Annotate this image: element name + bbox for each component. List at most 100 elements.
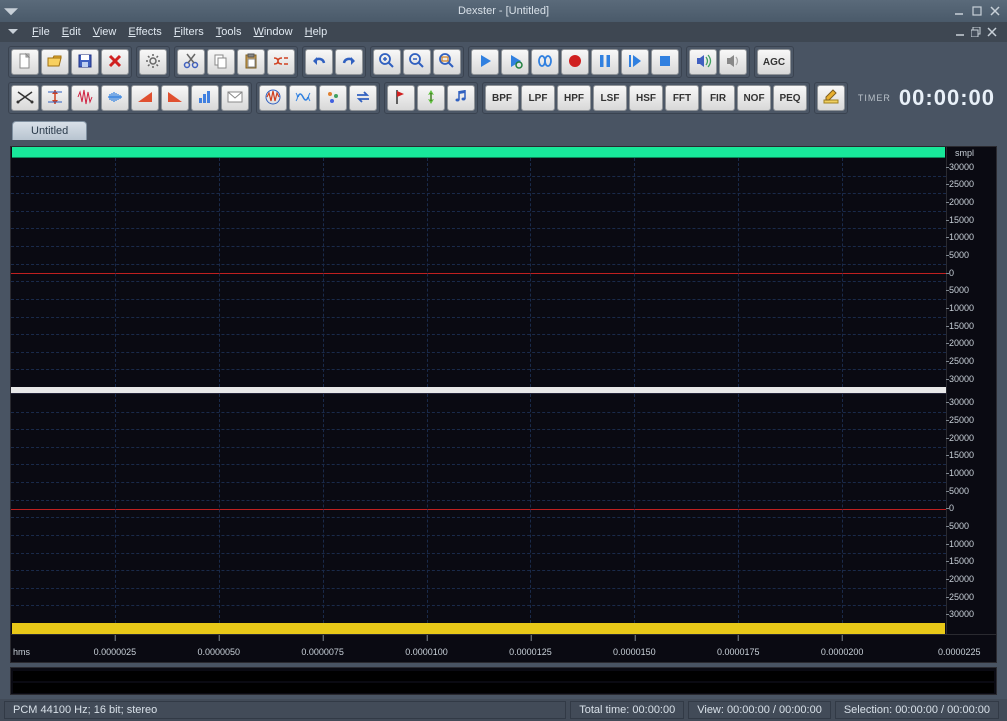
lpf-button[interactable]: LPF [521,85,555,111]
mdi-close-button[interactable] [985,25,999,39]
menu-tools[interactable]: Tools [210,24,248,40]
play-loop-button[interactable] [501,49,529,75]
status-total-time: Total time: 00:00:00 [570,701,684,719]
y-tick: 30000 [949,609,974,619]
mdi-minimize-button[interactable] [953,25,967,39]
fir-button[interactable]: FIR [701,85,735,111]
menu-effects[interactable]: Effects [122,24,167,40]
bpf-button[interactable]: BPF [485,85,519,111]
menu-view[interactable]: View [87,24,123,40]
play-section-button[interactable] [621,49,649,75]
zoom-in-icon [378,52,396,72]
envelope-button[interactable] [221,85,249,111]
system-menu-icon[interactable] [4,4,18,18]
time-tick: 0.0000050 [197,647,240,657]
fft-button[interactable]: FFT [665,85,699,111]
y-tick: 20000 [949,574,974,584]
y-tick: 0 [949,503,954,513]
paste-button[interactable] [237,49,265,75]
waveform-panel[interactable] [10,146,947,635]
undo-button[interactable] [305,49,333,75]
waveform-channel-left[interactable] [11,158,946,387]
copy-button[interactable] [207,49,235,75]
normalize-button[interactable] [41,85,69,111]
chart-button[interactable] [191,85,219,111]
nof-button[interactable]: NOF [737,85,771,111]
record-button[interactable] [561,49,589,75]
amplify-button[interactable] [71,85,99,111]
cut-icon [182,52,200,72]
menu-edit[interactable]: Edit [56,24,87,40]
redo-button[interactable] [335,49,363,75]
settings-button[interactable] [139,49,167,75]
zoom-in-button[interactable] [373,49,401,75]
stop-button[interactable] [651,49,679,75]
y-tick: 0 [949,268,954,278]
speaker-button[interactable] [689,49,717,75]
menu-window[interactable]: Window [247,24,298,40]
lsf-button[interactable]: LSF [593,85,627,111]
fade-in-button[interactable] [131,85,159,111]
minimize-button[interactable] [951,4,967,18]
statusbar: PCM 44100 Hz; 16 bit; stereo Total time:… [0,699,1007,721]
menu-file[interactable]: File [26,24,56,40]
time-tick: 0.0000075 [301,647,344,657]
tab-untitled[interactable]: Untitled [12,121,87,140]
region-button[interactable] [417,85,445,111]
time-tick: 0.0000225 [938,647,981,657]
menu-filters[interactable]: Filters [168,24,210,40]
y-tick: 25000 [949,415,974,425]
edit-button[interactable] [817,85,845,111]
effect-c-button[interactable] [319,85,347,111]
fade-out-button[interactable] [161,85,189,111]
marker-strip[interactable] [12,147,945,158]
stop-icon [656,52,674,72]
minimap[interactable] [10,667,997,695]
zoom-fit-button[interactable] [433,49,461,75]
hpf-button[interactable]: HPF [557,85,591,111]
delete-button[interactable] [101,49,129,75]
agc-button[interactable]: AGC [757,49,791,75]
music-icon [452,88,470,108]
cross-fade-button[interactable] [11,85,39,111]
time-tick: 0.0000150 [613,647,656,657]
marker-button[interactable] [387,85,415,111]
loop-button[interactable] [531,49,559,75]
titlebar: Dexster - [Untitled] [0,0,1007,22]
close-button[interactable] [987,4,1003,18]
y-tick: 10000 [949,539,974,549]
menu-help[interactable]: Help [299,24,334,40]
mdi-restore-button[interactable] [969,25,983,39]
mix-button[interactable] [267,49,295,75]
save-button[interactable] [71,49,99,75]
effect-b-button[interactable] [289,85,317,111]
save-icon [76,52,94,72]
mute-icon [724,52,742,72]
y-tick: 10000 [949,232,974,242]
reverse-button[interactable] [349,85,377,111]
peq-button[interactable]: PEQ [773,85,807,111]
open-button[interactable] [41,49,69,75]
music-button[interactable] [447,85,475,111]
hsf-button[interactable]: HSF [629,85,663,111]
mdi-system-menu-icon[interactable] [8,26,18,39]
time-tick: 0.0000125 [509,647,552,657]
time-ruler[interactable]: hms 0.00000250.00000500.00000750.0000100… [10,635,997,663]
fade-button[interactable] [101,85,129,111]
pause-button[interactable] [591,49,619,75]
selection-strip[interactable] [12,623,945,634]
y-axis-unit: smpl [947,147,996,158]
waveform-channel-right[interactable] [11,393,946,623]
new-button[interactable] [11,49,39,75]
zoom-out-button[interactable] [403,49,431,75]
timer-display: TIMER00:00:00 [858,85,999,111]
effect-b-icon [294,88,312,108]
cut-button[interactable] [177,49,205,75]
new-icon [16,52,34,72]
maximize-button[interactable] [969,4,985,18]
status-selection: Selection: 00:00:00 / 00:00:00 [835,701,999,719]
mute-button[interactable] [719,49,747,75]
play-button[interactable] [471,49,499,75]
effect-a-button[interactable] [259,85,287,111]
settings-icon [144,52,162,72]
